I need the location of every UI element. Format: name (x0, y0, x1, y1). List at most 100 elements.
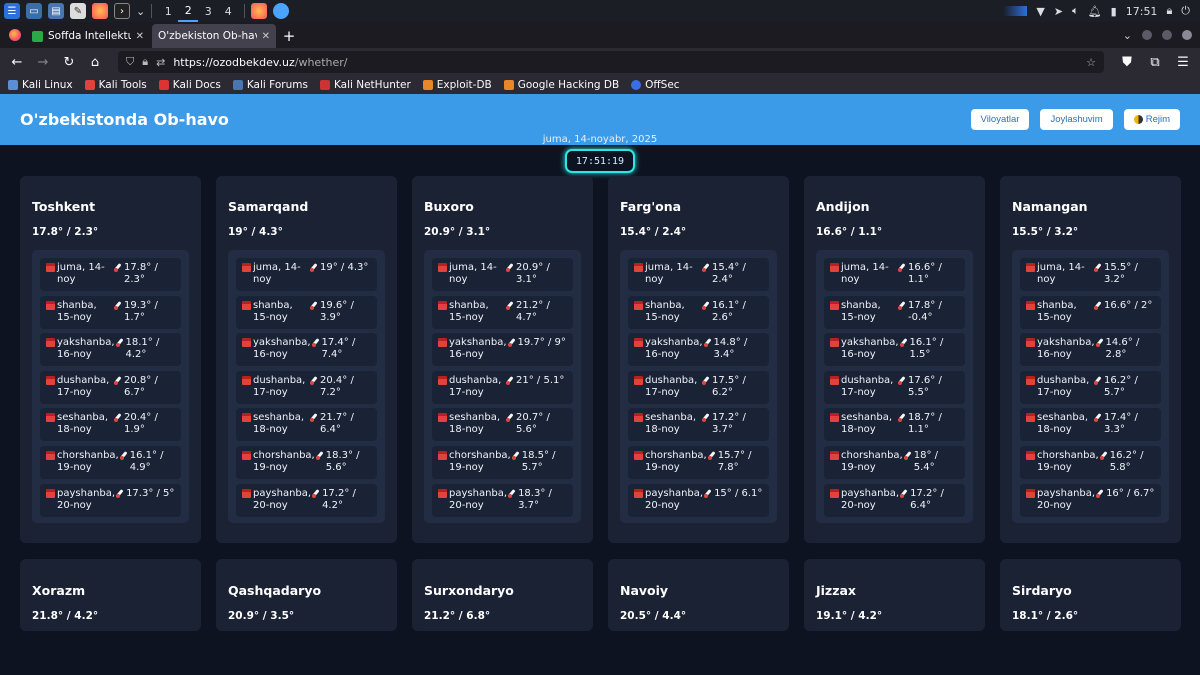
forecast-day: yakshanba, 16-noy 14.8° / 3.4° (628, 333, 769, 367)
forecast-temp-text: 17.4° / 3.3° (1104, 412, 1138, 436)
notification-bell-icon[interactable]: 🔔︎ (1088, 5, 1102, 18)
close-icon[interactable]: ✕ (262, 31, 270, 42)
app-window-icon[interactable] (273, 3, 290, 19)
city-card[interactable]: Sirdaryo 18.1° / 2.6° (1000, 559, 1181, 631)
forecast-temp-text: 15.5° / 3.2° (1104, 262, 1138, 285)
forecast-temp-text: 15° / 6.1° (714, 487, 763, 499)
forecast-day: chorshanba, 19-noy 15.7° / 7.8° (628, 445, 769, 479)
forecast-temp-text: 19.6° / 3.9° (320, 299, 354, 323)
bookmark-kali-forums[interactable]: Kali Forums (232, 79, 308, 91)
menu-icon[interactable]: ☰ (1172, 51, 1194, 73)
bookmark-kali-nethunter[interactable]: Kali NetHunter (319, 79, 411, 91)
desktop-icon[interactable]: ▭ (26, 3, 42, 19)
reload-icon[interactable]: ↻ (58, 51, 80, 73)
bookmark-star-icon[interactable]: ☆ (1086, 56, 1096, 69)
telegram-icon[interactable]: ➤ (1054, 5, 1063, 18)
forecast-day: seshanba, 18-noy 20.7° / 5.6° (432, 408, 573, 442)
network-icon[interactable]: ▼ (1036, 5, 1044, 18)
system-tray: ▼ ➤ 🔈︎ 🔔︎ ▮ 17:51 🔒︎ ⏻ (1003, 4, 1196, 18)
tab-soffda[interactable]: Soffda Intellektual mulki ✕ (26, 24, 150, 48)
thermometer-icon (707, 451, 716, 460)
city-card[interactable]: Jizzax 19.1° / 4.2° (804, 559, 985, 631)
shield-icon[interactable]: ⛉ (126, 55, 134, 69)
forecast-date-text: payshanba, 20-noy (449, 487, 508, 511)
forecast-date: chorshanba, 19-noy (634, 450, 707, 475)
bookmark-kali-tools[interactable]: Kali Tools (84, 79, 147, 91)
firefox-window-icon[interactable] (251, 3, 268, 19)
forecast-day: juma, 14-noy 16.6° / 1.1° (824, 258, 965, 291)
files-icon[interactable]: ▤ (48, 3, 64, 19)
list-tabs-chevron-icon[interactable]: ⌄ (1123, 29, 1132, 42)
back-arrow-icon[interactable]: ← (6, 51, 28, 73)
forecast-date-text: juma, 14-noy (1037, 262, 1085, 285)
forecast-day: seshanba, 18-noy 18.7° / 1.1° (824, 408, 965, 442)
bookmark-kali-docs[interactable]: Kali Docs (158, 79, 221, 91)
url-text[interactable]: https://ozodbekdev.uz/whether/ (173, 56, 1078, 69)
terminal-icon[interactable]: › (114, 3, 130, 19)
permissions-icon[interactable]: ⇄ (156, 56, 165, 69)
firefox-launcher-icon[interactable] (92, 3, 108, 19)
calendar-icon (46, 413, 55, 423)
home-icon[interactable]: ⌂ (84, 51, 106, 73)
pocket-icon[interactable]: ⛊ (1116, 51, 1138, 73)
logout-icon[interactable]: ⏻ (1181, 4, 1190, 18)
bookmark-kali-linux[interactable]: Kali Linux (8, 79, 73, 91)
calendar-icon (830, 488, 839, 498)
forecast-date: payshanba, 20-noy (46, 488, 115, 513)
workspace-1[interactable]: 1 (158, 0, 178, 22)
city-card[interactable]: Toshkent 17.8° / 2.3° juma, 14-noy 17.8° / … (20, 176, 201, 543)
thermometer-icon (113, 376, 122, 385)
city-card[interactable]: Qashqadaryo 20.9° / 3.5° (216, 559, 397, 631)
city-card[interactable]: Andijon 16.6° / 1.1° juma, 14-noy 16.6° / 1… (804, 176, 985, 543)
calendar-icon (830, 263, 839, 272)
workspace-4[interactable]: 4 (218, 0, 238, 22)
forecast-date-text: yakshanba, 16-noy (449, 337, 507, 361)
city-card[interactable]: Farg'ona 15.4° / 2.4° juma, 14-noy 15.4° / … (608, 176, 789, 543)
new-tab-button[interactable]: + (278, 24, 300, 48)
bookmark-exploit-db[interactable]: Exploit-DB (422, 79, 492, 91)
bookmark-google-hacking-db[interactable]: Google Hacking DB (503, 79, 619, 91)
calendar-icon (46, 488, 55, 498)
city-card[interactable]: Namangan 15.5° / 3.2° juma, 14-noy 15.5° / … (1000, 176, 1181, 543)
thermometer-icon (1093, 301, 1102, 310)
system-clock[interactable]: 17:51 (1126, 5, 1158, 18)
city-card[interactable]: Xorazm 21.8° / 4.2° (20, 559, 201, 631)
calendar-icon (438, 450, 447, 460)
tab-favicon-icon (32, 30, 43, 42)
city-card[interactable]: Samarqand 19° / 4.3° juma, 14-noy 19° / 4.3… (216, 176, 397, 543)
volume-icon[interactable]: 🔈︎ (1072, 4, 1079, 18)
forecast-day: dushanba, 17-noy 20.4° / 7.2° (236, 370, 377, 404)
forecast-temp: 19° / 4.3° (309, 262, 371, 287)
bookmark-offsec[interactable]: OffSec (631, 79, 680, 91)
maximize-button[interactable] (1162, 30, 1172, 40)
my-location-button[interactable]: Joylashuvim (1040, 109, 1113, 130)
url-bar[interactable]: ⛉ 🔒︎ ⇄ https://ozodbekdev.uz/whether/ ☆ (118, 51, 1104, 73)
theme-mode-button[interactable]: Rejim (1123, 109, 1180, 130)
firefox-view-button[interactable] (4, 22, 26, 48)
city-cards-row-2: Xorazm 21.8° / 4.2° Qashqadaryo 20.9° / 3.5… (20, 559, 1181, 631)
city-card[interactable]: Navoiy 20.5° / 4.4° (608, 559, 789, 631)
kali-menu-icon[interactable]: ☰ (4, 3, 20, 19)
lock-icon[interactable]: 🔒︎ (1166, 4, 1172, 18)
forecast-date: juma, 14-noy (1026, 262, 1093, 287)
tab-weather[interactable]: O'zbekiston Ob-havo ✕ (152, 24, 276, 48)
workspace-3[interactable]: 3 (198, 0, 218, 22)
forecast-temp-text: 20.9° / 3.1° (516, 262, 550, 285)
calendar-icon (1026, 338, 1035, 348)
close-icon[interactable]: ✕ (136, 31, 144, 42)
forecast-temp: 16.1° / 2.6° (701, 300, 763, 325)
workspace-2[interactable]: 2 (178, 0, 199, 22)
close-window-button[interactable] (1182, 30, 1192, 40)
chevron-down-icon[interactable]: ⌄ (136, 5, 145, 18)
text-editor-icon[interactable]: ✎ (70, 3, 86, 19)
forecast-date-text: chorshanba, 19-noy (57, 449, 119, 473)
extensions-icon[interactable]: ⧉ (1144, 51, 1166, 73)
city-card[interactable]: Surxondaryo 21.2° / 6.8° (412, 559, 593, 631)
regions-button[interactable]: Viloyatlar (970, 109, 1030, 130)
lock-icon[interactable]: 🔒︎ (142, 55, 148, 69)
tab-title: O'zbekiston Ob-havo (158, 30, 257, 42)
minimize-button[interactable] (1142, 30, 1152, 40)
forward-arrow-icon[interactable]: → (32, 51, 54, 73)
power-icon[interactable]: ▮ (1111, 5, 1117, 18)
city-card[interactable]: Buxoro 20.9° / 3.1° juma, 14-noy 20.9° / 3.… (412, 176, 593, 543)
